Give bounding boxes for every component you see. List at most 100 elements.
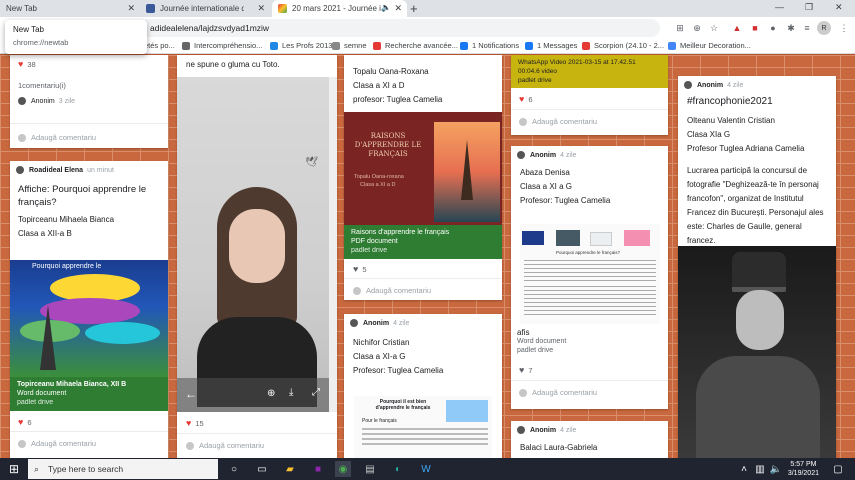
pdf-subtitle: Clasa a XI a D xyxy=(360,182,396,188)
bookmark-item[interactable]: Intercompréhensio... xyxy=(182,41,262,50)
poster-image[interactable]: Pourquoi apprendre le xyxy=(10,260,168,377)
padlet-wall[interactable]: ♥ 38 1comentariu(i) Anonim 3 zile Adaugă c… xyxy=(0,55,855,458)
bookmark-item[interactable]: Meilleur Decoration... xyxy=(668,41,751,50)
file-explorer-icon[interactable]: ▰ xyxy=(282,461,298,477)
tab-new-tab[interactable]: New Tab ✕ xyxy=(0,0,140,17)
attachment[interactable]: Raisons d'apprendre le français PDF docu… xyxy=(344,225,502,259)
bookmark-item[interactable]: semne xyxy=(332,41,367,50)
bookmark-item[interactable]: Recherche avancée... xyxy=(373,41,458,50)
scrollbar[interactable] xyxy=(329,77,337,412)
network-icon[interactable]: ▥ xyxy=(752,461,768,477)
new-tab-button[interactable]: + xyxy=(410,1,418,16)
post-card[interactable]: ne spune o gluma cu Toto. 🕊 ← ⊕ ⤓ ⤢ ♥ 15 … xyxy=(177,55,337,458)
attachment[interactable]: Topirceanu Mihaela Bianca, XII B Word do… xyxy=(10,377,168,411)
cortana-icon[interactable]: ○ xyxy=(226,461,242,477)
bookmark-icon xyxy=(582,41,590,50)
windows-taskbar: ⊞ ⌕ Type here to search ○ ▭ ▰ ■ ◉ ▤ ◐ W … xyxy=(0,458,855,480)
tab-20-mars[interactable]: 20 mars 2021 - Journée intern 🔈 ✕ xyxy=(272,0,407,17)
post-card[interactable]: WhatsApp Video 2021-03-15 at 17.42.51 00… xyxy=(511,55,668,135)
pdf-extension-icon[interactable]: ▲ xyxy=(730,21,744,35)
app-icon[interactable]: ■ xyxy=(310,461,326,477)
translate-icon[interactable]: ⊞ xyxy=(673,21,687,35)
attachment-source: padlet drive xyxy=(351,247,388,254)
avatar xyxy=(18,97,26,105)
app-icon[interactable]: ▤ xyxy=(362,461,378,477)
bookmark-item[interactable]: etés po... xyxy=(144,41,175,50)
doc-heading: Pourquoi apprendre le français? xyxy=(556,250,621,255)
avatar[interactable]: R xyxy=(817,21,831,35)
heart-icon: ♥ xyxy=(186,418,192,428)
like-button[interactable]: ♥ 5 xyxy=(353,264,367,274)
tab-journee[interactable]: Journée internationale de la Fran ✕ xyxy=(140,0,270,17)
minimize-icon[interactable]: — xyxy=(775,2,784,12)
attachment-source: padlet drive xyxy=(518,77,552,84)
extension-icon[interactable]: ■ xyxy=(748,21,762,35)
doc-image xyxy=(522,231,544,245)
volume-icon[interactable]: 🔈 xyxy=(768,461,784,477)
edge-icon[interactable]: ◐ xyxy=(390,461,406,477)
post-card[interactable]: Anonim 4 zile Balaci Laura-Gabriela xyxy=(511,421,668,458)
post-card[interactable]: Anonim 4 zile Abaza Denisa Clasa a XI a G… xyxy=(511,146,668,409)
document-preview[interactable]: Pourquoi il est bien d'apprendre le fran… xyxy=(354,396,492,458)
address-bar[interactable]: adidealelena/lajdzsvdyad1mziw xyxy=(140,19,660,37)
expand-icon[interactable]: ⤢ xyxy=(312,387,320,398)
add-comment[interactable]: Adaugă comentariu xyxy=(186,441,264,450)
add-comment[interactable]: Adaugă comentariu xyxy=(18,439,96,448)
close-icon[interactable]: ✕ xyxy=(257,3,265,14)
comment-count[interactable]: 1comentariu(i) xyxy=(18,81,66,90)
puzzle-icon[interactable]: ✱ xyxy=(784,21,798,35)
chevron-up-icon[interactable]: ˄ xyxy=(736,461,752,477)
like-button[interactable]: ♥ 6 xyxy=(519,94,533,104)
photo-image[interactable] xyxy=(678,246,836,458)
post-card[interactable]: Anonim 4 zile Nichifor Cristian Clasa a X… xyxy=(344,314,502,458)
post-card[interactable]: Anonim 4 zile #francophonie2021 Olteanu V… xyxy=(678,76,836,458)
post-card[interactable]: ♥ 38 1comentariu(i) Anonim 3 zile Adaugă c… xyxy=(10,55,168,148)
notification-icon[interactable]: ▢ xyxy=(830,461,846,477)
windows-start-icon[interactable]: ⊞ xyxy=(6,461,22,477)
taskbar-clock[interactable]: 5:57 PM 3/19/2021 xyxy=(788,460,819,478)
close-icon[interactable]: ✕ xyxy=(127,3,135,14)
bookmark-item[interactable]: Scorpion (24.10 - 2... xyxy=(582,41,664,50)
menu-icon[interactable]: ⋮ xyxy=(837,21,851,35)
back-arrow-icon[interactable]: ← xyxy=(185,387,197,401)
taskbar-search[interactable]: ⌕ Type here to search xyxy=(28,459,218,479)
pdf-preview[interactable]: RAISONS D'APPRENDRE LE FRANÇAIS Topalu O… xyxy=(344,112,502,225)
bookmark-item[interactable]: 1 Messages xyxy=(525,41,577,50)
close-icon[interactable]: ✕ xyxy=(394,3,402,14)
bookmark-item[interactable]: Les Profs 2013 xyxy=(270,41,332,50)
google-icon xyxy=(668,41,676,50)
post-text: Profesor: Tuglea Camelia xyxy=(520,196,611,205)
like-button[interactable]: ♥ 7 xyxy=(519,365,533,375)
add-comment[interactable]: Adaugă comentariu xyxy=(519,117,597,126)
add-comment[interactable]: Adaugă comentariu xyxy=(353,286,431,295)
video-player[interactable]: 🕊 xyxy=(177,77,337,412)
avatar xyxy=(517,426,525,434)
download-icon[interactable]: ⤓ xyxy=(289,387,293,398)
attachment[interactable]: afis Word document padlet drive xyxy=(517,328,566,355)
word-icon[interactable]: W xyxy=(418,461,434,477)
document-preview[interactable]: Pourquoi apprendre le français? xyxy=(520,224,660,324)
like-button[interactable]: ♥ 38 xyxy=(18,59,36,69)
heart-icon: ♥ xyxy=(519,365,525,375)
bookmark-icon xyxy=(182,41,190,50)
add-comment[interactable]: Adaugă comentariu xyxy=(18,133,96,142)
bookmark-item[interactable]: 1 Notifications xyxy=(460,41,519,50)
attachment[interactable]: WhatsApp Video 2021-03-15 at 17.42.51 00… xyxy=(511,55,668,88)
task-view-icon[interactable]: ▭ xyxy=(254,461,270,477)
like-button[interactable]: ♥ 6 xyxy=(18,417,32,427)
like-button[interactable]: ♥ 15 xyxy=(186,418,204,428)
maximize-icon[interactable]: ❐ xyxy=(805,2,813,13)
star-icon[interactable]: ☆ xyxy=(707,21,721,35)
zoom-icon[interactable]: ⊕ xyxy=(690,21,704,35)
post-card[interactable]: Roadideal Elena un minut Affiche: Pourquo… xyxy=(10,161,168,458)
zoom-in-icon[interactable]: ⊕ xyxy=(267,388,275,399)
close-window-icon[interactable]: ✕ xyxy=(835,2,843,13)
chrome-icon[interactable]: ◉ xyxy=(335,461,351,477)
extension-icon[interactable]: ● xyxy=(766,21,780,35)
media-icon[interactable]: ≡ xyxy=(800,21,814,35)
speaker-icon[interactable]: 🔈 xyxy=(381,3,391,12)
attachment-title: afis xyxy=(517,328,530,337)
post-card[interactable]: Topalu Oana-Roxana Clasa a XI a D profes… xyxy=(344,55,502,300)
add-comment[interactable]: Adaugă comentariu xyxy=(519,388,597,397)
post-text: Topalu Oana-Roxana xyxy=(353,67,429,76)
